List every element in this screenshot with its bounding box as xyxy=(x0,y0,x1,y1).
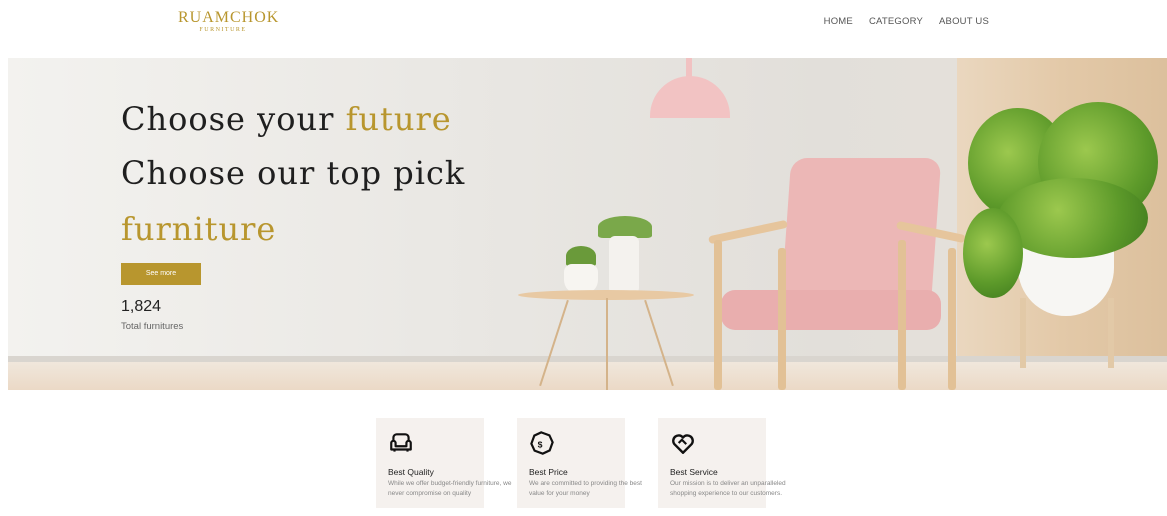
floor xyxy=(8,362,1167,390)
feature-description: While we offer budget-friendly furniture… xyxy=(388,480,512,497)
headline-text: Choose your xyxy=(121,100,346,138)
feature-title: Best Quality xyxy=(388,467,434,477)
tall-plant-image xyxy=(598,216,652,238)
price-tag-icon: $ xyxy=(530,431,554,455)
brand-name: RUAMCHOK xyxy=(178,9,280,26)
brand-logo[interactable]: RUAMCHOK FURNITURE xyxy=(178,9,280,34)
site-header: RUAMCHOK FURNITURE HOME CATEGORY ABOUT U… xyxy=(0,0,1167,58)
hero-headline-line2: Choose our top pick xyxy=(121,154,466,192)
table-leg xyxy=(606,298,608,390)
armchair-leg xyxy=(898,240,906,390)
main-nav: HOME CATEGORY ABOUT US xyxy=(824,16,989,27)
feature-title: Best Price xyxy=(529,467,568,477)
hero-headline-line3: furniture xyxy=(121,210,277,248)
small-plant-image xyxy=(566,246,596,266)
plant-stand-leg xyxy=(1108,298,1114,368)
foliage xyxy=(963,208,1023,298)
pendant-lamp-image xyxy=(650,76,730,118)
total-furnitures-label: Total furnitures xyxy=(121,321,184,332)
armchair-leg xyxy=(778,248,786,390)
brand-tagline: FURNITURE xyxy=(199,27,247,33)
see-more-button[interactable]: See more xyxy=(121,263,201,285)
plant-stand-leg xyxy=(1020,298,1026,368)
nav-home[interactable]: HOME xyxy=(824,16,853,27)
feature-title: Best Service xyxy=(670,467,718,477)
pendant-lamp-cord xyxy=(686,58,692,78)
nav-about-us[interactable]: ABOUT US xyxy=(939,16,989,27)
total-furnitures-count: 1,824 xyxy=(121,298,162,315)
hero-banner: Choose your future Choose our top pick f… xyxy=(8,58,1167,390)
headline-highlight: future xyxy=(345,100,452,138)
feature-description: Our mission is to deliver an unparallele… xyxy=(670,480,786,497)
nav-category[interactable]: CATEGORY xyxy=(869,16,923,27)
svg-text:$: $ xyxy=(538,439,543,449)
armchair-leg xyxy=(948,248,956,390)
heart-handshake-icon xyxy=(672,434,694,454)
armchair-leg xyxy=(714,240,722,390)
armchair-seat xyxy=(721,290,941,330)
hero-headline-line1: Choose your future xyxy=(121,100,452,138)
feature-description: We are committed to providing the best v… xyxy=(529,480,642,497)
armchair-icon xyxy=(390,433,412,452)
tall-vase-image xyxy=(609,236,639,294)
